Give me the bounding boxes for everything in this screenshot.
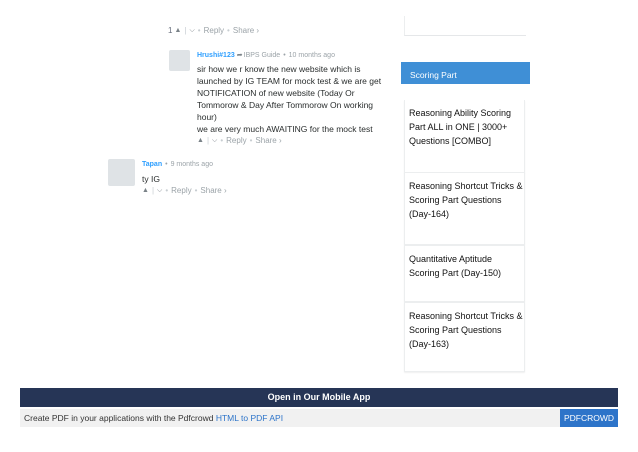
comment-line: we are very much AWAITING for the mock t… [197,124,373,134]
downvote-icon[interactable]: ⌵ [189,27,194,35]
downvote-icon[interactable]: ⌵ [212,137,217,145]
author-name[interactable]: Tapan [142,161,162,168]
sidebar-card-end [404,16,526,36]
comment-line: ty IG [142,174,160,184]
comment-text: ty IG [142,173,342,185]
html-to-pdf-link[interactable]: HTML to PDF API [216,413,283,423]
reply-arrow-icon: ➦ [236,52,243,59]
share-link[interactable]: Share › [200,186,226,195]
comment-line: hour) [197,112,217,122]
comment-line: NOTIFICATION of new website (Today Or [197,88,355,98]
comment-actions: 1 ▲ | ⌵ • Reply • Share › [168,26,260,35]
sidebar-header: Scoring Part [401,62,530,84]
comment-actions: ▲ | ⌵ • Reply • Share › [197,136,282,145]
comment-author-line: Hrushi#123 ➦ IBPS Guide • 10 months ago [197,51,335,60]
comment-author-line: Tapan • 9 months ago [142,161,213,168]
share-link[interactable]: Share › [233,26,259,35]
reply-link[interactable]: Reply [226,136,246,145]
comment-line: Tommorow & Day After Tommorow On working [197,100,374,110]
comment-time[interactable]: 10 months ago [289,52,335,59]
sidebar-post-title[interactable]: Quantitative Aptitude Scoring Part (Day-… [409,252,525,280]
sidebar-post-card[interactable]: Reasoning Shortcut Tricks & Scoring Part… [404,302,525,372]
comment-line: sir how we r know the new website which … [197,64,361,74]
sidebar-post-card[interactable]: Reasoning Ability Scoring Part ALL in ON… [404,100,525,173]
reply-link[interactable]: Reply [204,26,224,35]
upvote-icon[interactable]: ▲ [142,187,149,194]
downvote-icon[interactable]: ⌵ [157,187,162,195]
sidebar-post-card[interactable]: Quantitative Aptitude Scoring Part (Day-… [404,245,525,302]
open-in-app-banner[interactable]: Open in Our Mobile App [20,388,618,407]
comment-actions: ▲ | ⌵ • Reply • Share › [142,186,227,195]
upvote-icon[interactable]: ▲ [197,137,204,144]
sidebar-post-title[interactable]: Reasoning Shortcut Tricks & Scoring Part… [409,309,525,351]
share-link[interactable]: Share › [255,136,281,145]
avatar[interactable] [169,50,190,71]
author-name[interactable]: Hrushi#123 [197,52,235,59]
comment-line: launched by IG TEAM for mock test & we a… [197,76,382,86]
sidebar-post-title[interactable]: Reasoning Shortcut Tricks & Scoring Part… [409,179,525,221]
pdf-footer-text: Create PDF in your applications with the… [24,413,214,423]
reply-to-name[interactable]: IBPS Guide [244,52,281,59]
pdfcrowd-footer: Create PDF in your applications with the… [20,409,618,427]
upvote-icon[interactable]: ▲ [174,27,181,34]
comment-time[interactable]: 9 months ago [171,161,213,168]
avatar[interactable] [108,159,135,186]
sidebar-post-card[interactable]: Reasoning Shortcut Tricks & Scoring Part… [404,172,525,245]
pdfcrowd-button[interactable]: PDFCROWD [559,409,618,427]
comment-text: sir how we r know the new website which … [197,63,397,135]
reply-link[interactable]: Reply [171,186,191,195]
sidebar-post-title[interactable]: Reasoning Ability Scoring Part ALL in ON… [409,106,525,148]
vote-count: 1 [168,26,173,35]
